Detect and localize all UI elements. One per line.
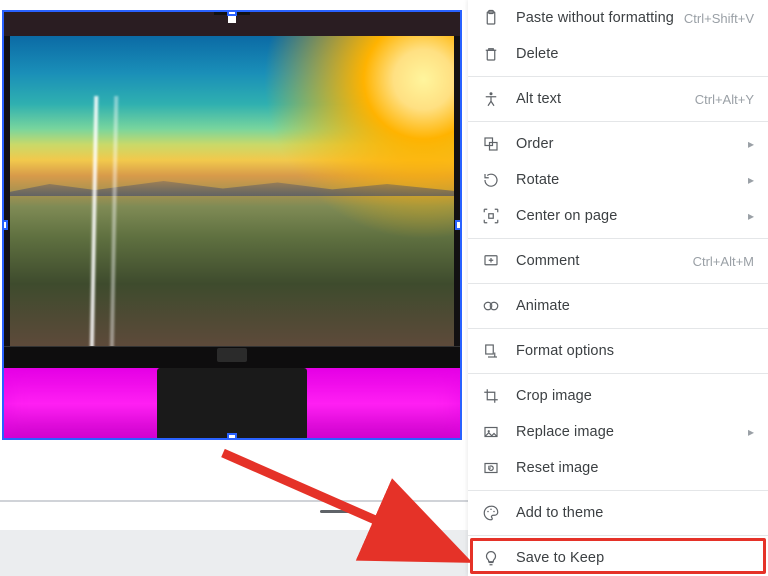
menu-item-label: Delete	[516, 46, 754, 62]
menu-item-shortcut: Ctrl+Alt+M	[693, 254, 754, 269]
menu-separator	[468, 238, 768, 239]
order-icon	[482, 135, 500, 153]
menu-item-add-to-theme[interactable]: Add to theme	[468, 495, 768, 531]
menu-item-label: Crop image	[516, 388, 754, 404]
menu-item-replace-image[interactable]: Replace image ▸	[468, 414, 768, 450]
menu-separator	[468, 121, 768, 122]
menu-item-rotate[interactable]: Rotate ▸	[468, 162, 768, 198]
menu-separator	[468, 373, 768, 374]
submenu-arrow-icon: ▸	[748, 137, 754, 151]
lightbulb-icon	[482, 549, 500, 567]
menu-separator	[468, 283, 768, 284]
resize-handle-left[interactable]	[2, 220, 8, 230]
comment-icon	[482, 252, 500, 270]
menu-item-order[interactable]: Order ▸	[468, 126, 768, 162]
menu-item-shortcut: Ctrl+Alt+Y	[695, 92, 754, 107]
menu-item-label: Replace image	[516, 424, 740, 440]
menu-item-label: Reset image	[516, 460, 754, 476]
menu-separator	[468, 76, 768, 77]
context-menu: Paste without formatting Ctrl+Shift+V De…	[468, 0, 768, 576]
menu-item-label: Save to Keep	[516, 550, 754, 566]
menu-separator	[468, 490, 768, 491]
replace-image-icon	[482, 423, 500, 441]
menu-item-crop-image[interactable]: Crop image	[468, 378, 768, 414]
image-content-flare	[90, 96, 99, 356]
menu-item-label: Alt text	[516, 91, 687, 107]
menu-item-paste-without-formatting[interactable]: Paste without formatting Ctrl+Shift+V	[468, 0, 768, 36]
menu-item-center-on-page[interactable]: Center on page ▸	[468, 198, 768, 234]
image-content-bezel	[454, 36, 460, 346]
menu-item-alt-text[interactable]: Alt text Ctrl+Alt+Y	[468, 81, 768, 117]
resize-handle-bottom[interactable]	[227, 433, 237, 440]
notes-grabber[interactable]	[320, 510, 360, 513]
resize-handle-top[interactable]	[227, 10, 237, 16]
submenu-arrow-icon: ▸	[748, 425, 754, 439]
palette-icon	[482, 504, 500, 522]
menu-item-label: Comment	[516, 253, 685, 269]
menu-item-shortcut: Ctrl+Shift+V	[684, 11, 754, 26]
image-content	[4, 36, 460, 346]
menu-item-format-options[interactable]: Format options	[468, 333, 768, 369]
image-content-pedestal	[157, 368, 307, 440]
menu-item-label: Rotate	[516, 172, 740, 188]
image-content-bezel	[4, 36, 10, 346]
menu-item-animate[interactable]: Animate	[468, 288, 768, 324]
center-icon	[482, 207, 500, 225]
menu-item-reset-image[interactable]: Reset image	[468, 450, 768, 486]
slide-separator	[0, 500, 468, 502]
menu-item-label: Order	[516, 136, 740, 152]
trash-icon	[482, 45, 500, 63]
rotate-icon	[482, 171, 500, 189]
format-options-icon	[482, 342, 500, 360]
menu-item-label: Format options	[516, 343, 754, 359]
menu-item-save-to-keep[interactable]: Save to Keep	[468, 540, 768, 576]
menu-item-comment[interactable]: Comment Ctrl+Alt+M	[468, 243, 768, 279]
selected-image[interactable]	[2, 10, 462, 440]
image-content-mountains	[4, 166, 460, 196]
menu-item-label: Animate	[516, 298, 754, 314]
menu-separator	[468, 328, 768, 329]
menu-separator	[468, 535, 768, 536]
submenu-arrow-icon: ▸	[748, 173, 754, 187]
image-content-flare	[110, 96, 119, 356]
animate-icon	[482, 297, 500, 315]
image-content-stand	[217, 348, 247, 362]
submenu-arrow-icon: ▸	[748, 209, 754, 223]
menu-item-label: Center on page	[516, 208, 740, 224]
accessibility-icon	[482, 90, 500, 108]
speaker-notes-area[interactable]	[0, 530, 468, 576]
clipboard-icon	[482, 9, 500, 27]
reset-image-icon	[482, 459, 500, 477]
menu-item-label: Add to theme	[516, 505, 754, 521]
resize-handle-right[interactable]	[455, 220, 462, 230]
menu-item-delete[interactable]: Delete	[468, 36, 768, 72]
crop-icon	[482, 387, 500, 405]
menu-item-label: Paste without formatting	[516, 10, 676, 26]
